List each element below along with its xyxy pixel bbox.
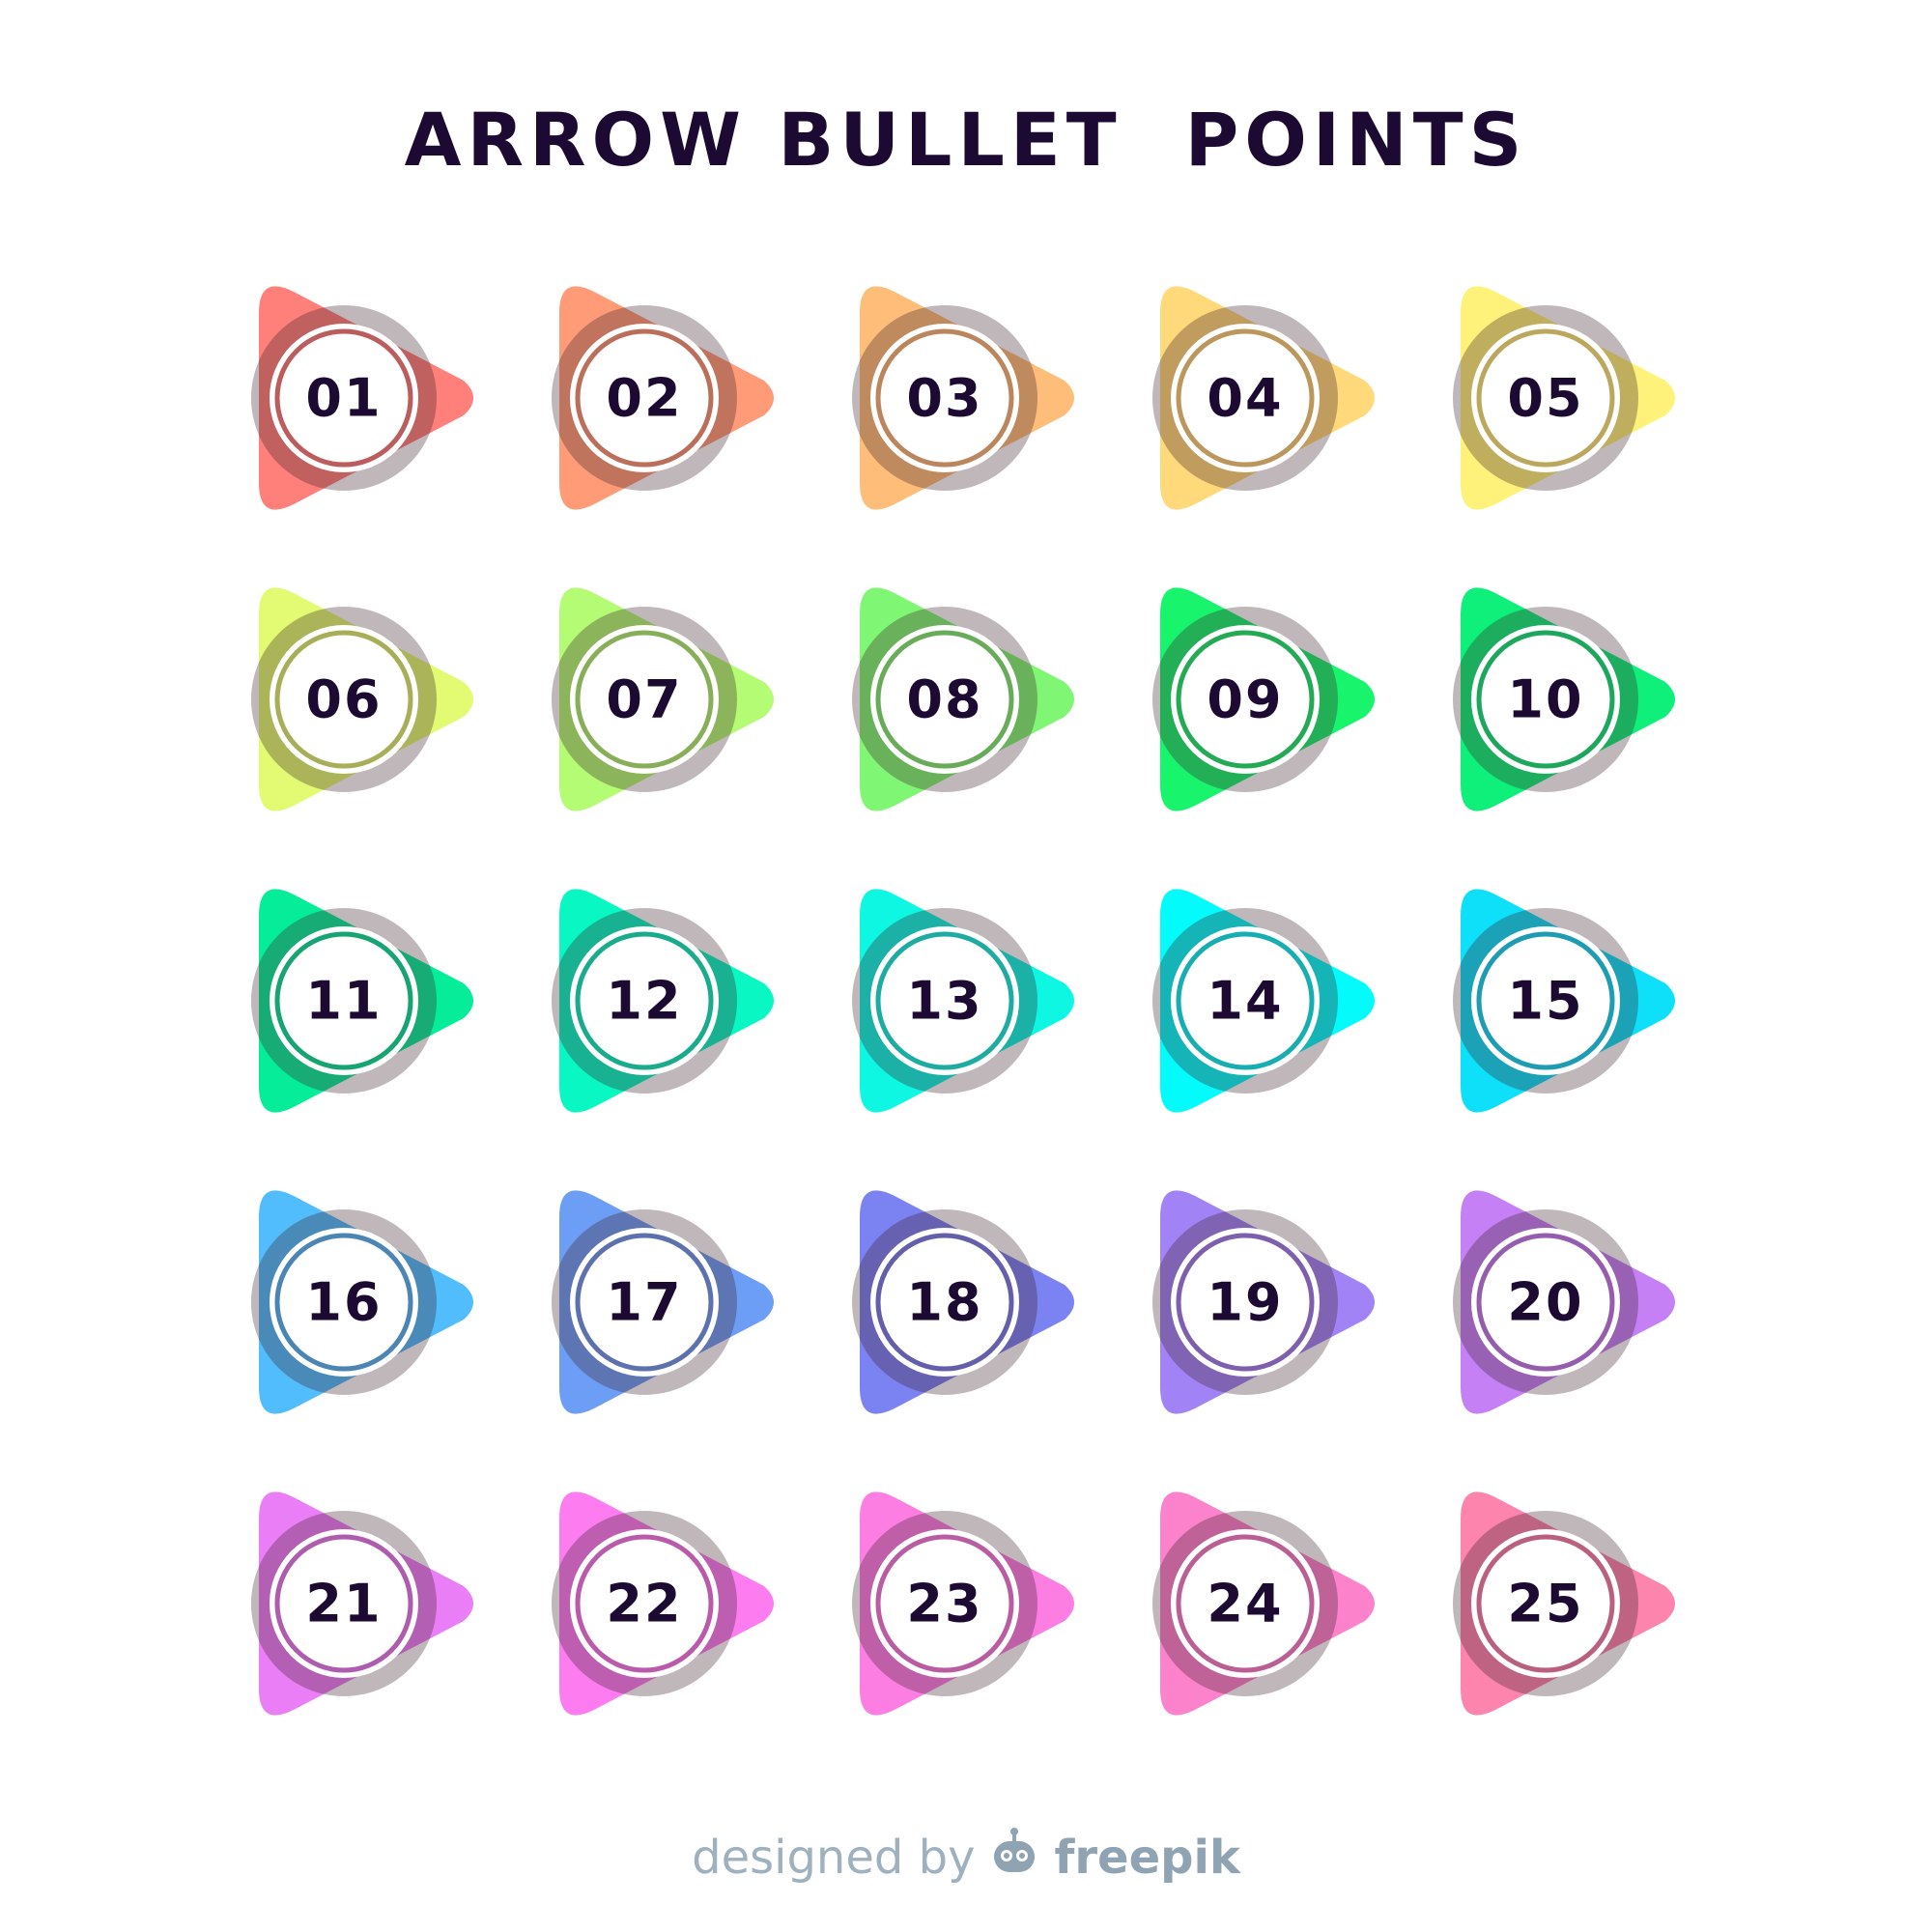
arrow-bullet: 14 <box>1152 877 1461 1179</box>
arrow-bullet: 11 <box>251 877 559 1179</box>
bullet-number: 11 <box>305 970 383 1032</box>
arrow-bullet: 06 <box>251 576 559 877</box>
bullet-number: 05 <box>1507 367 1584 429</box>
arrow-bullet: 17 <box>552 1179 860 1480</box>
bullet-number: 21 <box>305 1573 383 1634</box>
arrow-bullet: 09 <box>1152 576 1461 877</box>
bullet-number: 25 <box>1507 1573 1584 1634</box>
arrow-bullet: 16 <box>251 1179 559 1480</box>
arrow-bullet: 19 <box>1152 1179 1461 1480</box>
bullet-number: 19 <box>1207 1271 1284 1333</box>
bullet-grid: 01 02 03 04 05 06 07 08 09 10 11 12 13 14 15 16 17 18 19 20… <box>251 274 1761 1781</box>
bullet-number: 07 <box>606 668 683 730</box>
arrow-bullet: 21 <box>251 1480 559 1781</box>
credit-brand: freepik <box>1054 1831 1240 1885</box>
bullet-number: 17 <box>606 1271 683 1333</box>
bullet-number: 13 <box>906 970 983 1032</box>
arrow-bullet: 05 <box>1453 274 1761 576</box>
bullet-number: 24 <box>1207 1573 1284 1634</box>
bullet-number: 02 <box>606 367 683 429</box>
credit-line: designed by freepik <box>0 1826 1932 1889</box>
bullet-number: 20 <box>1507 1271 1584 1333</box>
bullet-number: 15 <box>1507 970 1584 1032</box>
page-title: ARROW BULLET POINTS <box>404 97 1528 183</box>
arrow-bullet: 20 <box>1453 1179 1761 1480</box>
bullet-number: 16 <box>305 1271 383 1333</box>
arrow-bullet: 04 <box>1152 274 1461 576</box>
bullet-number: 04 <box>1207 367 1284 429</box>
bullet-number: 08 <box>906 668 983 730</box>
bullet-number: 10 <box>1507 668 1584 730</box>
bullet-number: 03 <box>906 367 983 429</box>
arrow-bullet: 23 <box>852 1480 1160 1781</box>
bullet-number: 12 <box>606 970 683 1032</box>
arrow-bullet: 22 <box>552 1480 860 1781</box>
arrow-bullet: 10 <box>1453 576 1761 877</box>
arrow-bullet: 03 <box>852 274 1160 576</box>
bullet-number: 14 <box>1207 970 1284 1032</box>
bullet-number: 22 <box>606 1573 683 1634</box>
bullet-number: 23 <box>906 1573 983 1634</box>
arrow-bullet: 25 <box>1453 1480 1761 1781</box>
arrow-bullet: 12 <box>552 877 860 1179</box>
arrow-bullet: 18 <box>852 1179 1160 1480</box>
arrow-bullet: 24 <box>1152 1480 1461 1781</box>
bullet-number: 18 <box>906 1271 983 1333</box>
bullet-number: 06 <box>305 668 383 730</box>
arrow-bullet: 07 <box>552 576 860 877</box>
arrow-bullet: 08 <box>852 576 1160 877</box>
arrow-bullet: 15 <box>1453 877 1761 1179</box>
bullet-number: 01 <box>305 367 383 429</box>
robot-logo-icon <box>988 1826 1040 1889</box>
bullet-number: 09 <box>1207 668 1284 730</box>
arrow-bullet: 01 <box>251 274 559 576</box>
arrow-bullet: 13 <box>852 877 1160 1179</box>
arrow-bullet: 02 <box>552 274 860 576</box>
credit-prefix: designed by <box>692 1831 976 1885</box>
